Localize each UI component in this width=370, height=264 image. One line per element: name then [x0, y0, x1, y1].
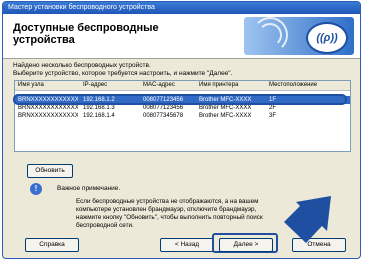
table-header: Имя узла IP-адрес MAC-адрес Имя принтера… [15, 81, 350, 91]
next-button[interactable]: Далее > [219, 238, 273, 252]
instructions-line2: Выберите устройство, которое требуется н… [13, 70, 233, 77]
column-header[interactable]: Имя принтера [199, 81, 263, 90]
exclamation-icon: ! [30, 183, 42, 195]
table-cell: BRNXXXXXXXXXXXXX [18, 113, 78, 119]
table-row[interactable]: BRNXXXXXXXXXXXXX 192.168.1.4 00807734567… [15, 112, 350, 120]
column-header[interactable]: IP-адрес [83, 81, 141, 90]
note-body: Если беспроводные устройства не отобража… [76, 198, 326, 230]
window-title: Мастер установки беспроводного устройств… [3, 2, 360, 14]
table-row[interactable]: BRNXXXXXXXXXXXXX 192.168.1.3 00807712345… [15, 104, 350, 112]
table-cell: 3F [269, 113, 277, 119]
note-line4: беспроводной сети. [76, 222, 134, 229]
instructions: Найдено несколько беспроводных устройств… [13, 62, 353, 78]
note-heading: Важное примечание. [57, 185, 121, 192]
back-button[interactable]: < Назад [160, 238, 214, 252]
wireless-logo: ((ρ)) [244, 17, 354, 55]
column-header[interactable]: MAC-адрес [143, 81, 195, 90]
device-table: Имя узла IP-адрес MAC-адрес Имя принтера… [14, 80, 351, 152]
instructions-line1: Найдено несколько беспроводных устройств… [13, 62, 151, 69]
table-cell: 192.168.1.4 [83, 113, 115, 119]
note-line3: нажмите кнопку "Обновить", чтобы выполни… [76, 214, 263, 221]
column-header[interactable]: Имя узла [18, 81, 78, 90]
page-title: Доступные беспроводные устройства [13, 22, 159, 46]
column-header[interactable]: Местоположение [269, 81, 349, 90]
note-line1: Если беспроводные устройства не отобража… [76, 198, 259, 205]
note-line2: компьютере установлен брандмауэр, отключ… [76, 206, 257, 213]
table-cell: Brother MFC-XXXX [199, 113, 252, 119]
help-button[interactable]: Справка [25, 238, 79, 252]
selected-row-callout [13, 94, 347, 105]
wizard-window: Мастер установки беспроводного устройств… [2, 1, 361, 259]
table-cell: 008077345678 [143, 113, 184, 119]
refresh-button[interactable]: Обновить [27, 164, 73, 178]
wifi-icon: ((ρ)) [306, 22, 348, 54]
cancel-button[interactable]: Отмена [292, 238, 346, 252]
header-banner: Доступные беспроводные устройства ((ρ)) [3, 14, 360, 59]
